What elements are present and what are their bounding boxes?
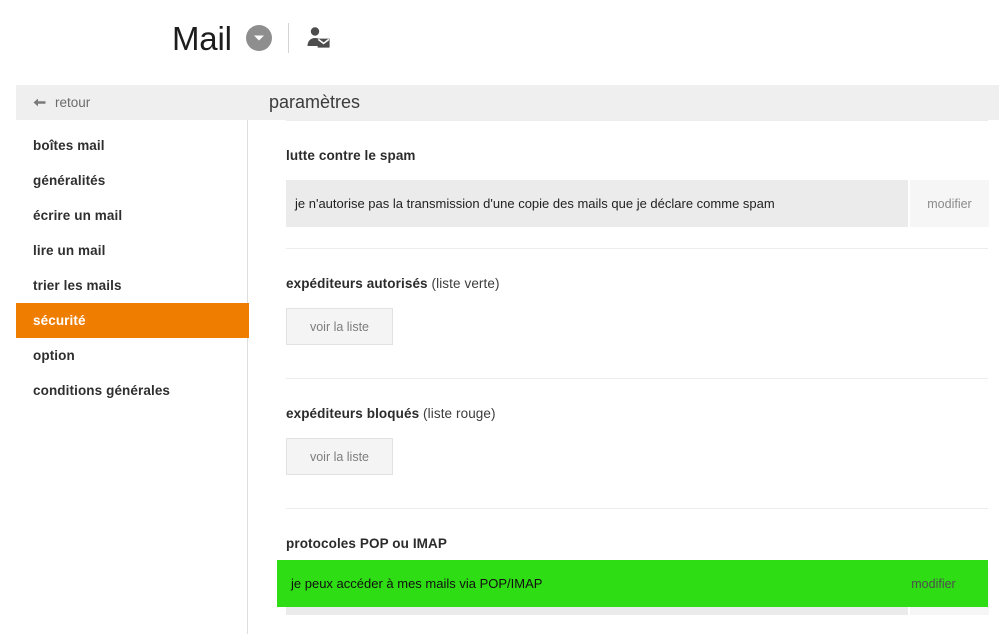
section-title-allowed-bold: expéditeurs autorisés — [286, 276, 428, 291]
brand-cluster: Mail — [172, 14, 333, 62]
arrow-left-icon — [33, 97, 46, 108]
section-allowed-senders: expéditeurs autorisés (liste verte) voir… — [249, 249, 999, 345]
back-label: retour — [55, 95, 91, 110]
sidebar: boîtes mail généralités écrire un mail l… — [0, 120, 253, 634]
sidebar-item-securite[interactable]: sécurité — [16, 303, 253, 338]
section-spam: lutte contre le spam je n'autorise pas l… — [249, 121, 999, 227]
body-split: boîtes mail généralités écrire un mail l… — [0, 120, 999, 634]
sidebar-item-trier-les-mails[interactable]: trier les mails — [16, 268, 253, 303]
spam-modify-button[interactable]: modifier — [910, 180, 989, 227]
sidebar-item-lire-un-mail[interactable]: lire un mail — [16, 233, 253, 268]
section-title-allowed-sub: (liste verte) — [431, 276, 500, 291]
protocols-highlight-modify-button[interactable]: modifier — [888, 577, 988, 591]
section-title-spam: lutte contre le spam — [286, 148, 416, 163]
blocked-view-list-button[interactable]: voir la liste — [286, 438, 393, 475]
sidebar-item-label: écrire un mail — [33, 208, 123, 223]
protocols-highlight-value: je peux accéder à mes mails via POP/IMAP — [291, 576, 543, 591]
sidebar-item-conditions-generales[interactable]: conditions générales — [16, 373, 253, 408]
allowed-view-list-button[interactable]: voir la liste — [286, 308, 393, 345]
sidebar-item-label: lire un mail — [33, 243, 106, 258]
protocols-highlight-overlay: je peux accéder à mes mails via POP/IMAP… — [277, 560, 988, 607]
user-mail-icon[interactable] — [303, 23, 333, 53]
back-button[interactable]: retour — [16, 95, 248, 110]
sub-bar: retour paramètres — [16, 85, 999, 120]
app-title: Mail — [172, 19, 232, 57]
sidebar-item-label: sécurité — [33, 313, 86, 328]
spam-setting-value: je n'autorise pas la transmission d'une … — [286, 180, 908, 227]
sidebar-item-generalites[interactable]: généralités — [16, 163, 253, 198]
section-title-allowed-senders: expéditeurs autorisés (liste verte) — [286, 249, 988, 308]
header-divider — [287, 23, 289, 53]
spam-setting-row: je n'autorise pas la transmission d'une … — [286, 180, 989, 227]
section-title-blocked-senders: expéditeurs bloqués (liste rouge) — [286, 379, 988, 438]
sidebar-item-option[interactable]: option — [16, 338, 253, 373]
section-title-blocked-sub: (liste rouge) — [423, 406, 496, 421]
sidebar-item-label: généralités — [33, 173, 106, 188]
sidebar-item-boites-mail[interactable]: boîtes mail — [16, 128, 253, 163]
app-header: Mail — [0, 0, 999, 85]
section-title-blocked-bold: expéditeurs bloqués — [286, 406, 420, 421]
chevron-down-circle-icon[interactable] — [245, 25, 272, 51]
sidebar-item-label: option — [33, 348, 75, 363]
settings-content: lutte contre le spam je n'autorise pas l… — [249, 120, 999, 634]
section-blocked-senders: expéditeurs bloqués (liste rouge) voir l… — [249, 379, 999, 475]
settings-sections: lutte contre le spam je n'autorise pas l… — [249, 120, 999, 615]
page-title: paramètres — [269, 92, 361, 112]
sidebar-item-label: boîtes mail — [33, 138, 105, 153]
sidebar-item-label: conditions générales — [33, 383, 171, 398]
sidebar-item-label: trier les mails — [33, 278, 122, 293]
sidebar-item-ecrire-un-mail[interactable]: écrire un mail — [16, 198, 253, 233]
